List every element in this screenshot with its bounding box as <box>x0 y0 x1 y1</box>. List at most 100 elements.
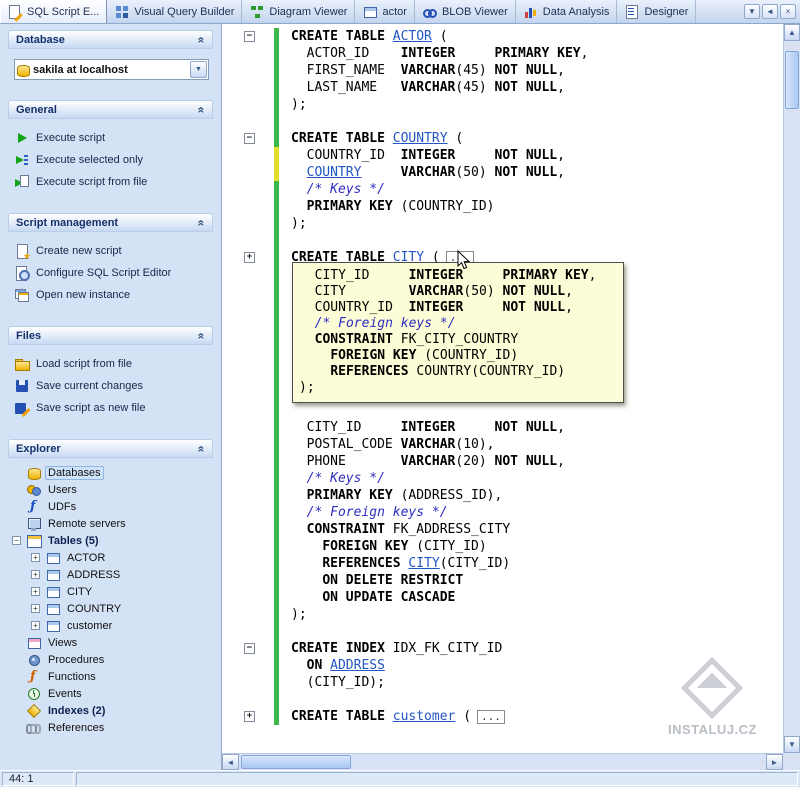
fold-ellipsis[interactable]: ... <box>477 710 505 724</box>
code-line[interactable]: ON UPDATE CASCADE <box>222 589 783 606</box>
code-line[interactable]: CITY_ID INTEGER NOT NULL, <box>222 419 783 436</box>
tree-expander-plus-icon[interactable]: + <box>31 621 40 630</box>
tree-item-indexes-2[interactable]: Indexes (2) <box>10 702 213 719</box>
code-line[interactable]: ); <box>222 96 783 113</box>
tree-item-remote-servers[interactable]: Remote servers <box>10 515 213 532</box>
vertical-scroll-track[interactable] <box>784 41 800 736</box>
scroll-up-button[interactable]: ▲ <box>784 24 800 41</box>
window-close-button[interactable]: × <box>780 4 796 19</box>
window-menu-button[interactable]: ▼ <box>744 4 760 19</box>
horizontal-scrollbar[interactable]: ◄ ► <box>222 753 783 770</box>
code-line[interactable]: ); <box>222 606 783 623</box>
tree-expander-minus-icon[interactable]: − <box>12 536 21 545</box>
section-header-database[interactable]: Database« <box>8 30 213 49</box>
scroll-down-button[interactable]: ▼ <box>784 736 800 753</box>
horizontal-scroll-thumb[interactable] <box>241 755 351 769</box>
sidebar-item-execute-script[interactable]: Execute script <box>14 127 211 149</box>
section-header-explorer[interactable]: Explorer« <box>8 439 213 458</box>
code-line[interactable]: PHONE VARCHAR(20) NOT NULL, <box>222 453 783 470</box>
code-line[interactable] <box>222 232 783 249</box>
tree-item-views[interactable]: Views <box>10 634 213 651</box>
tab-designer[interactable]: Designer <box>617 0 696 23</box>
scroll-left-button[interactable]: ◄ <box>222 754 239 770</box>
tree-item-label: Remote servers <box>45 518 129 530</box>
tree-expander-plus-icon[interactable]: + <box>31 553 40 562</box>
window-restore-button[interactable]: ◄ <box>762 4 778 19</box>
sidebar-item-save-current-changes[interactable]: Save current changes <box>14 375 211 397</box>
sql-script-icon <box>7 4 23 20</box>
section-header-general[interactable]: General« <box>8 100 213 119</box>
section-header-script-management[interactable]: Script management« <box>8 213 213 232</box>
sidebar-item-label: Load script from file <box>36 358 132 370</box>
code-line[interactable]: COUNTRY VARCHAR(50) NOT NULL, <box>222 164 783 181</box>
tree-item-udfs[interactable]: UDFs <box>10 498 213 515</box>
tree-item-references[interactable]: References <box>10 719 213 736</box>
code-line[interactable] <box>222 402 783 419</box>
code-line[interactable]: POSTAL_CODE VARCHAR(10), <box>222 436 783 453</box>
code-line[interactable]: ACTOR_ID INTEGER PRIMARY KEY, <box>222 45 783 62</box>
code-line[interactable] <box>222 623 783 640</box>
tab-visual-query-builder[interactable]: Visual Query Builder <box>107 0 242 23</box>
code-line[interactable]: /* Keys */ <box>222 181 783 198</box>
code-line[interactable]: ); <box>222 215 783 232</box>
analysis-icon <box>523 4 539 20</box>
fold-minus-icon[interactable]: − <box>244 643 255 654</box>
section-header-files[interactable]: Files« <box>8 326 213 345</box>
database-combo[interactable]: sakila at localhost▼ <box>14 59 209 80</box>
sidebar-item-execute-selected-only[interactable]: Execute selected only <box>14 149 211 171</box>
server-icon <box>26 516 42 532</box>
code-line[interactable]: REFERENCES CITY(CITY_ID) <box>222 555 783 572</box>
code-line[interactable]: −CREATE TABLE COUNTRY ( <box>222 130 783 147</box>
code-line[interactable]: COUNTRY_ID INTEGER NOT NULL, <box>222 147 783 164</box>
sidebar-item-save-script-as-new-file[interactable]: Save script as new file <box>14 397 211 419</box>
sidebar-item-configure-sql-script-editor[interactable]: Configure SQL Script Editor <box>14 262 211 284</box>
vertical-scroll-thumb[interactable] <box>785 51 799 109</box>
sidebar-item-open-new-instance[interactable]: Open new instance <box>14 284 211 306</box>
tree-item-country[interactable]: +COUNTRY <box>10 600 213 617</box>
code-line[interactable]: −CREATE TABLE ACTOR ( <box>222 28 783 45</box>
code-editor[interactable]: −CREATE TABLE ACTOR ( ACTOR_ID INTEGER P… <box>222 24 783 753</box>
vertical-scrollbar[interactable]: ▲ ▼ <box>783 24 800 753</box>
code-line[interactable]: ON DELETE RESTRICT <box>222 572 783 589</box>
code-line[interactable]: −CREATE INDEX IDX_FK_CITY_ID <box>222 640 783 657</box>
tree-item-city[interactable]: +CITY <box>10 583 213 600</box>
sidebar-item-create-new-script[interactable]: Create new script <box>14 240 211 262</box>
code-line[interactable]: CONSTRAINT FK_ADDRESS_CITY <box>222 521 783 538</box>
tree-expander-plus-icon[interactable]: + <box>31 587 40 596</box>
sidebar-item-load-script-from-file[interactable]: Load script from file <box>14 353 211 375</box>
code-line[interactable]: PRIMARY KEY (ADDRESS_ID), <box>222 487 783 504</box>
fold-plus-icon[interactable]: + <box>244 711 255 722</box>
code-line[interactable]: LAST_NAME VARCHAR(45) NOT NULL, <box>222 79 783 96</box>
code-line[interactable]: FIRST_NAME VARCHAR(45) NOT NULL, <box>222 62 783 79</box>
tree-item-address[interactable]: +ADDRESS <box>10 566 213 583</box>
tree-item-customer[interactable]: +customer <box>10 617 213 634</box>
tree-item-events[interactable]: Events <box>10 685 213 702</box>
tree-item-users[interactable]: Users <box>10 481 213 498</box>
code-line[interactable]: /* Keys */ <box>222 470 783 487</box>
combo-dropdown-button[interactable]: ▼ <box>190 61 207 78</box>
tree-item-databases[interactable]: Databases <box>10 464 213 481</box>
tree-expander-plus-icon[interactable]: + <box>31 604 40 613</box>
tab-diagram-viewer[interactable]: Diagram Viewer <box>242 0 355 23</box>
tab-sql-script-e[interactable]: SQL Script E... <box>0 0 107 23</box>
fold-minus-icon[interactable]: − <box>244 31 255 42</box>
code-line[interactable] <box>222 113 783 130</box>
horizontal-scroll-track[interactable] <box>239 754 766 770</box>
tab-data-analysis[interactable]: Data Analysis <box>516 0 618 23</box>
fold-minus-icon[interactable]: − <box>244 133 255 144</box>
tree-item-procedures[interactable]: Procedures <box>10 651 213 668</box>
sidebar-item-execute-script-from-file[interactable]: Execute script from file <box>14 171 211 193</box>
fold-plus-icon[interactable]: + <box>244 252 255 263</box>
tree-item-tables-5[interactable]: −Tables (5) <box>10 532 213 549</box>
tab-blob-viewer[interactable]: BLOB Viewer <box>415 0 516 23</box>
scroll-right-button[interactable]: ► <box>766 754 783 770</box>
procedures-icon <box>26 652 42 668</box>
code-line[interactable]: PRIMARY KEY (COUNTRY_ID) <box>222 198 783 215</box>
code-line[interactable]: FOREIGN KEY (CITY_ID) <box>222 538 783 555</box>
tree-expander-plus-icon[interactable]: + <box>31 570 40 579</box>
tab-label: Visual Query Builder <box>134 6 234 18</box>
tree-item-functions[interactable]: Functions <box>10 668 213 685</box>
code-line[interactable]: /* Foreign keys */ <box>222 504 783 521</box>
tree-item-actor[interactable]: +ACTOR <box>10 549 213 566</box>
tab-actor[interactable]: actor <box>355 0 414 23</box>
